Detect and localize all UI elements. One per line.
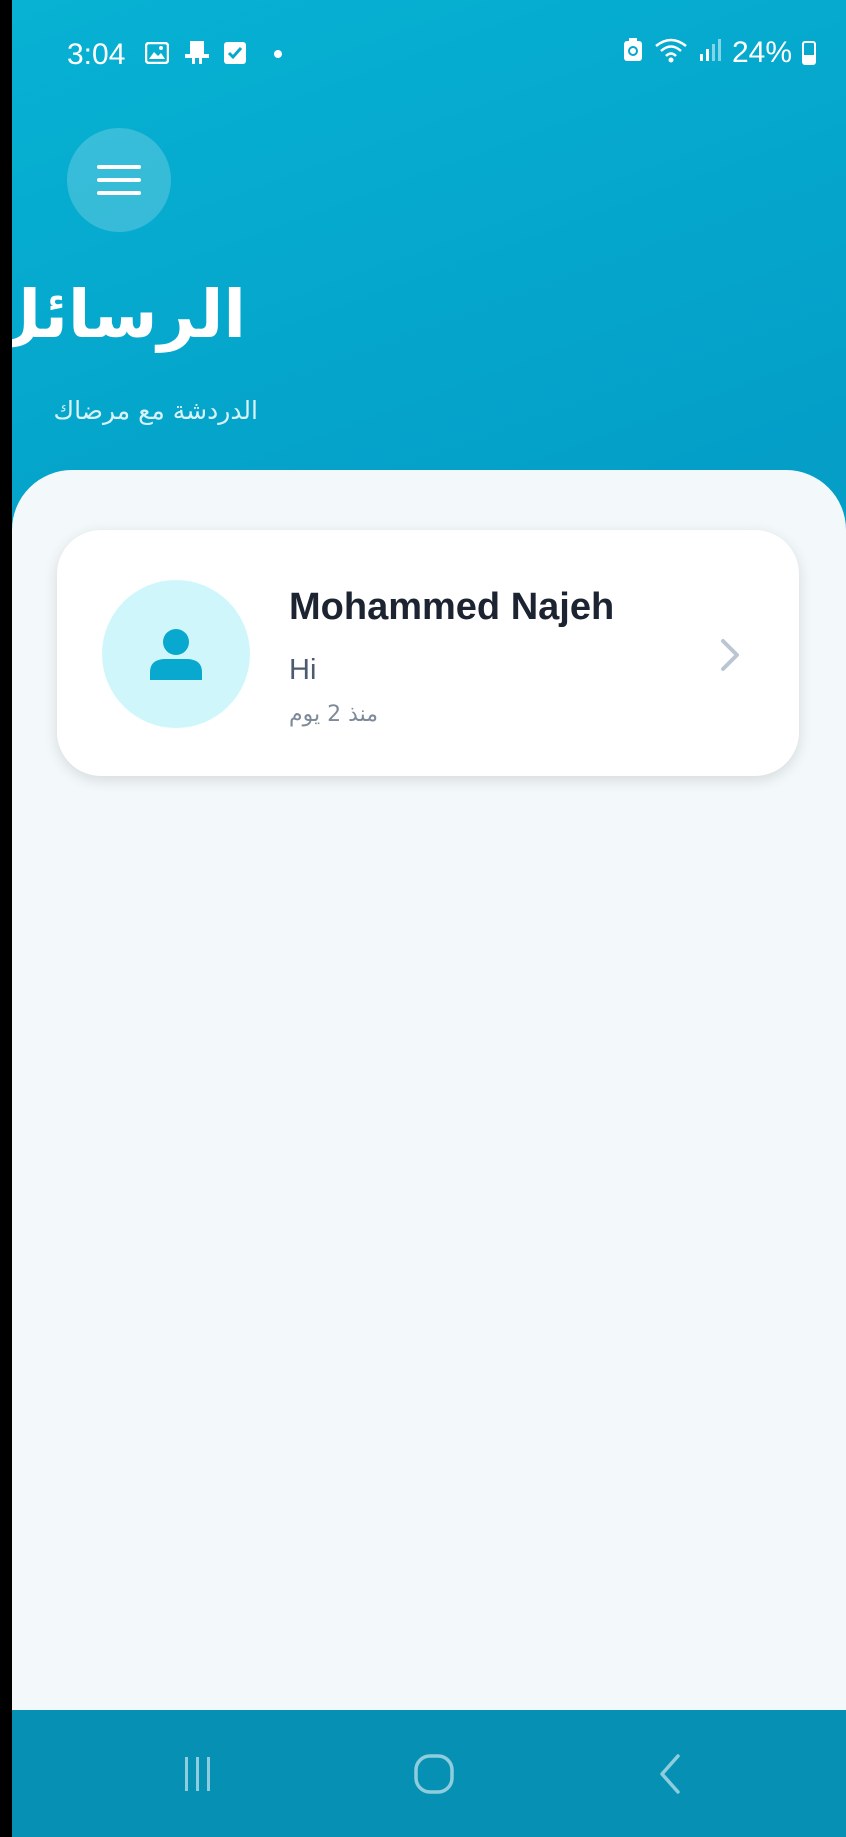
home-icon: [414, 1754, 454, 1794]
status-right-group: 24%: [622, 36, 816, 70]
notification-dot-icon: [274, 50, 282, 58]
chevron-right-icon: [721, 639, 739, 671]
conversation-list: Mohammed Najeh Hi منذ 2 يوم: [12, 470, 846, 1710]
avatar: [102, 580, 250, 728]
page-subtitle: الدردشة مع مرضاك: [53, 396, 258, 425]
contact-name: Mohammed Najeh: [289, 586, 615, 628]
battery-percent: 24%: [731, 36, 792, 69]
battery-saver-icon: [622, 37, 644, 69]
back-button[interactable]: [640, 1748, 700, 1800]
conversation-item[interactable]: Mohammed Najeh Hi منذ 2 يوم: [57, 530, 799, 776]
message-timestamp: منذ 2 يوم: [289, 702, 379, 727]
hamburger-menu-icon: [97, 165, 141, 195]
system-nav-bar: [12, 1710, 846, 1837]
signal-icon: [698, 37, 722, 69]
page-title: الرسائل: [12, 276, 246, 353]
status-time: 3:04: [67, 38, 126, 71]
last-message: Hi: [289, 654, 317, 686]
home-button[interactable]: [404, 1748, 464, 1800]
checkbox-icon: [222, 40, 248, 66]
person-icon: [150, 629, 202, 680]
recent-apps-button[interactable]: [168, 1748, 228, 1800]
recent-apps-icon: [185, 1757, 210, 1791]
app-screen: 3:04 24% الرسائل الدردشة مع مرضاك Mohamm…: [12, 0, 846, 1837]
status-bar: 3:04 24%: [12, 0, 846, 110]
battery-icon: [802, 41, 816, 65]
gallery-icon: [144, 40, 170, 66]
sim-icon: [184, 40, 210, 66]
wifi-icon: [654, 37, 688, 70]
back-icon: [660, 1754, 680, 1794]
menu-button[interactable]: [67, 128, 171, 232]
